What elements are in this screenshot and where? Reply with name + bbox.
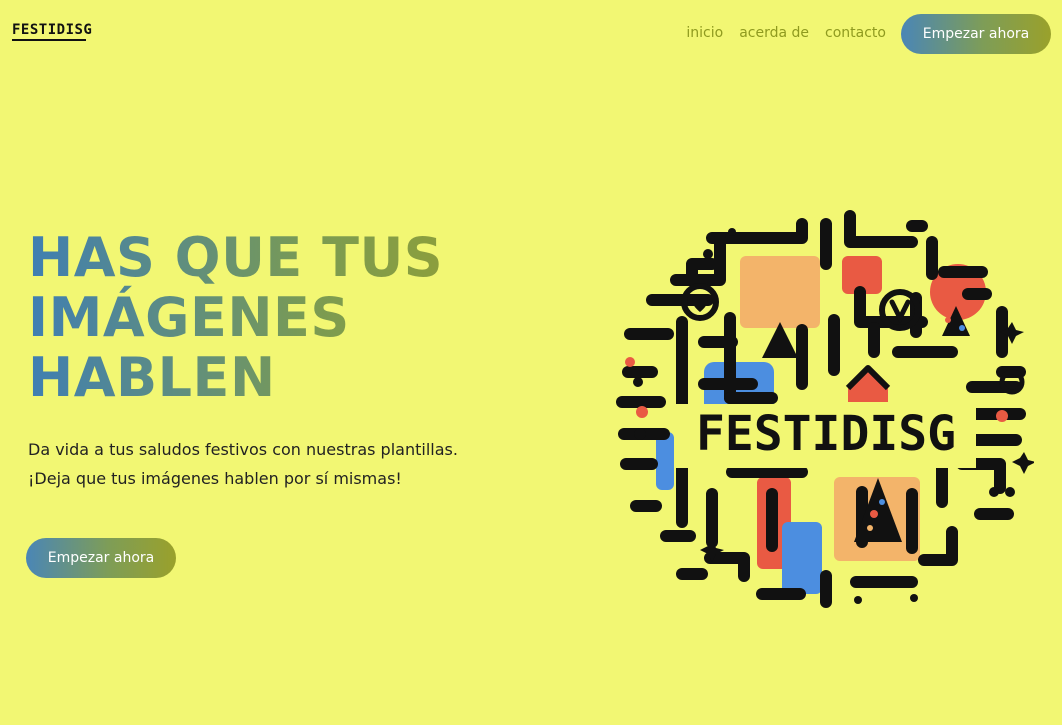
illustration-logo-text: FESTIDISG — [696, 406, 956, 462]
hero-subtitle-line-1: Da vida a tus saludos festivos con nuest… — [28, 440, 458, 459]
hero-subtitle-line-2: ¡Deja que tus imágenes hablen por sí mis… — [28, 469, 402, 488]
hero-cta-button[interactable]: Empezar ahora — [26, 538, 176, 578]
nav-link-contacto[interactable]: contacto — [825, 24, 886, 42]
main-nav: inicio acerda de contacto — [686, 24, 886, 42]
hero-title: HAS QUE TUS IMÁGENES HABLEN — [28, 228, 548, 408]
header-cta-button[interactable]: Empezar ahora — [901, 14, 1051, 54]
nav-link-inicio[interactable]: inicio — [686, 24, 723, 42]
hero-title-line-2: IMÁGENES — [28, 286, 350, 349]
brand-logo[interactable]: FESTIDISG — [12, 22, 92, 38]
site-header: FESTIDISG inicio acerda de contacto Empe… — [0, 0, 1062, 68]
festive-illustration: FESTIDISG — [616, 210, 1034, 608]
hero-subtitle: Da vida a tus saludos festivos con nuest… — [28, 435, 548, 493]
nav-link-acerda-de[interactable]: acerda de — [739, 24, 809, 42]
hero-title-line-1: HAS QUE TUS — [28, 226, 444, 289]
brand-logo-underline — [12, 39, 86, 41]
hero-title-line-3: HABLEN — [28, 346, 276, 409]
